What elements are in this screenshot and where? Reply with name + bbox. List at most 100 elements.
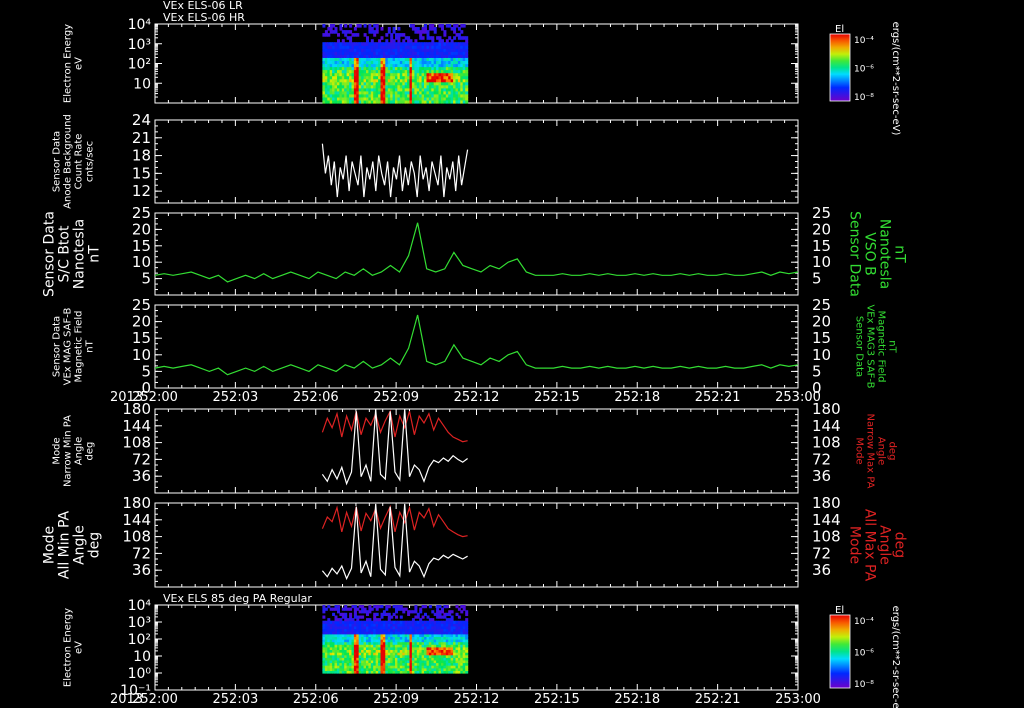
y-tick-label: 10 [133,76,151,92]
y-tick-label: 108 [122,434,151,452]
spectrogram-cell [344,612,348,616]
spectrogram-cell [433,27,437,31]
panel-frame [154,212,799,296]
spectrogram-cell [414,605,418,609]
y-tick-label-right: 15 [812,329,831,347]
colorbar-label: El [835,24,844,35]
spectrogram-cell [356,33,360,37]
x-tick-label: 253:00 [775,692,821,707]
y-axis-label: VEx MAG SAF-B [63,308,74,386]
y-axis-label: Mode [52,437,63,464]
y-axis-label: Sensor Data [52,316,63,377]
y-tick-label-right: 108 [812,434,841,452]
panel-frame [154,502,799,588]
y-axis-label-right: Mode [854,437,865,464]
y-axis-label: Sensor Data [42,211,58,297]
spectrogram-cell [424,24,427,28]
y-axis-label: All Min PA [57,510,73,579]
spectrogram-cell [424,605,427,609]
panel-frame [154,119,799,204]
y-tick-label: 15 [132,329,151,347]
x-tick-label: 252:15 [534,390,580,405]
y-tick-label: 10 [132,346,151,364]
spectrogram-cell [375,612,379,616]
spectrogram-cell [465,60,469,65]
x-tick-label: 252:21 [695,692,741,707]
panel-mag-saf-b: 0 05 510 1015 1520 2025 25Sensor Data VEx MAG S… [52,296,898,405]
y-axis-label: eV [74,641,85,654]
y-tick-label: 18 [132,147,151,165]
y-axis-label: nT [87,245,103,263]
spectrogram-cell [443,30,447,34]
colorbar [829,33,851,102]
spectrogram-cell [366,36,369,40]
y-tick-label-right: 5 [812,362,822,380]
y-tick-label: 12 [132,182,151,200]
y-tick-label-right: 20 [812,220,831,238]
y-tick-label: 5 [141,270,151,288]
x-tick-label: 252:00 [132,692,178,707]
y-axis-label: cnts/sec [85,141,96,182]
y-tick-label-right: 180 [812,400,841,418]
spectrogram-cell [349,612,353,616]
panel-all-pa: 36 3672 72108 108144 144180 180Mode All Min PA… [42,494,908,588]
y-axis-label: Electron Energy [63,24,74,103]
spectrogram-cell [450,610,454,614]
spectrogram-cell [380,27,384,31]
x-tick-label: 252:06 [293,692,339,707]
y-axis-label: nT [85,339,96,352]
y-tick-label: 25 [132,296,151,314]
spectrogram-cell [387,27,391,31]
y-tick-label: 10⁴ [128,17,152,33]
spectrogram-cell [465,75,469,80]
y-axis-label-right: VEx MAG3 SAF-B [865,304,876,388]
spectrogram-cell [433,30,437,34]
spectrogram-cell [450,615,454,619]
y-axis-label-right: nT [892,245,908,263]
colorbar-units-label: ergs/(cm**2-sr-sec-eV) [890,22,901,136]
colorbar-tick-label: 10⁻⁶ [854,649,874,659]
spectrogram-cell [453,36,457,40]
panel-els-06: 10 10² 10³ 10⁴ El 10⁻⁴ 10⁻⁶ 10⁻⁸ ergs/(cm**2-sr-… [63,0,902,135]
x-tick-label: 252:21 [695,390,741,405]
y-tick-label: 10 [132,253,151,271]
spectrogram-cell [380,36,384,40]
y-tick-label: 10² [128,57,151,73]
y-axis-label: Anode Background [63,114,74,209]
panel-anode-background: 1215182124 Sensor Data Anode Background Cou… [52,111,799,209]
y-tick-label: 10² [128,632,151,648]
y-axis-label-right: deg [887,442,898,461]
x-tick-label: 252:09 [373,390,419,405]
panel-frame [154,604,799,691]
colorbar-label: El [835,605,844,616]
spectrogram-cell [397,36,401,40]
series-line [154,222,799,283]
y-tick-label: 180 [122,494,151,512]
y-tick-label-right: 10 [812,253,831,271]
spectrogram-cell [465,100,469,104]
y-axis-label: deg [85,442,96,461]
spectrogram-cell [337,33,340,37]
y-tick-label-right: 36 [812,467,831,485]
y-tick-label-right: 144 [812,417,841,435]
colorbar-tick-label: 10⁻⁸ [854,93,874,103]
y-tick-label: 5 [141,362,151,380]
colorbar-units-label: ergs/(cm**2-sr-sec-eV) [890,606,901,708]
y-axis-label-right: Magnetic Field [876,310,887,382]
y-axis-label-right: Sensor Data [854,316,865,377]
spectrogram-cell [349,24,353,28]
y-axis-label-right: Narrow Max PA [865,414,876,489]
y-axis-label-right: Nanotesla [877,219,893,289]
spectrogram-cell [462,24,466,28]
y-tick-label-right: 36 [812,561,831,579]
y-tick-label: 10 [133,649,151,665]
spectrogram [322,605,469,674]
y-axis-label-right: Mode [847,526,863,564]
colorbar-tick-label: 10⁻⁴ [854,617,874,627]
spectrogram-cell [465,93,469,98]
spectrogram-cell [416,27,420,31]
y-tick-label: 10³ [128,37,151,53]
panel-header: VEx ELS 85 deg PA Regular [163,592,312,605]
spectrogram-cell [421,36,425,40]
spectrogram-cell [334,27,338,31]
